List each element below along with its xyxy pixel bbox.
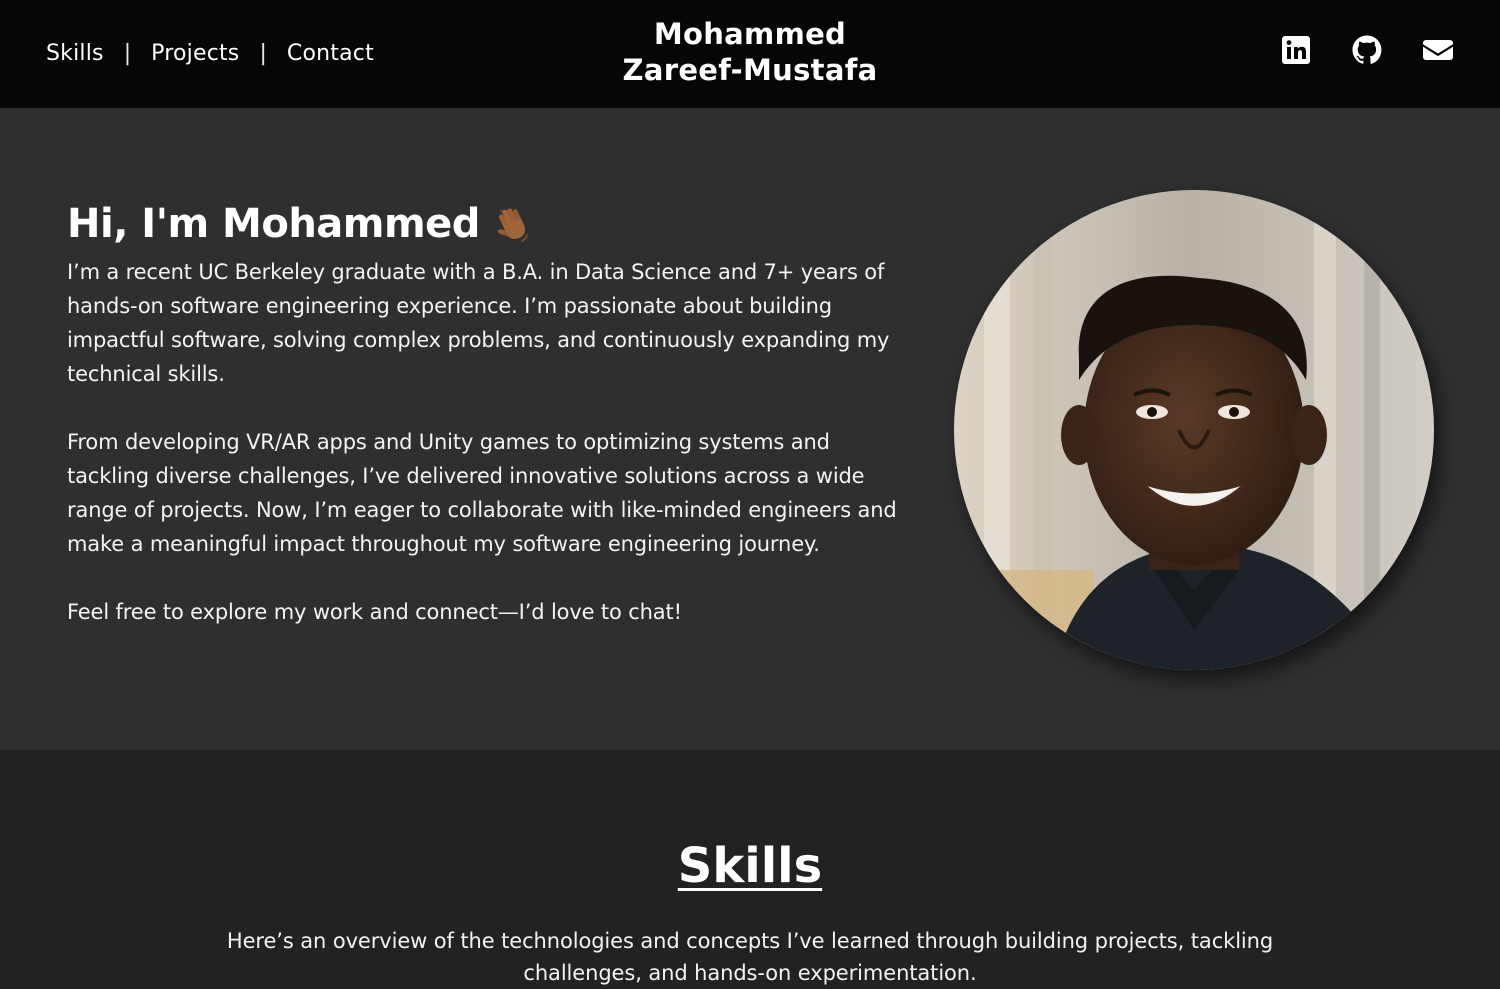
profile-photo-image [954,190,1434,670]
nav-separator: | [123,40,132,66]
bio-paragraph: Feel free to explore my work and connect… [67,600,682,624]
site-title-first-name: Mohammed [653,17,847,51]
nav-link-contact[interactable]: Contact [287,41,374,66]
intro-bio: I’m a recent UC Berkeley graduate with a… [67,255,907,663]
skills-heading: Skills [677,838,823,894]
linkedin-icon[interactable] [1280,34,1312,66]
bio-paragraph: From developing VR/AR apps and Unity gam… [67,430,897,556]
social-links [1280,34,1454,66]
intro-heading-text: Hi, I'm Mohammed [67,201,480,247]
nav-link-projects[interactable]: Projects [151,41,239,66]
intro-heading: Hi, I'm Mohammed [67,200,536,248]
site-title[interactable]: Mohammed Zareef-Mustafa [560,16,940,88]
site-title-last-name: Zareef-Mustafa [622,53,878,87]
email-icon[interactable] [1422,34,1454,66]
intro-section: Hi, I'm Mohammed I’m a recent UC Berkele… [0,108,1500,750]
main-nav: Skills | Projects | Contact [46,37,374,69]
skills-section: Skills Here’s an overview of the technol… [0,750,1500,985]
nav-separator: | [259,40,267,66]
github-icon[interactable] [1351,34,1383,66]
profile-photo [954,190,1434,670]
bio-paragraph: I’m a recent UC Berkeley graduate with a… [67,260,890,386]
skills-intro: Here’s an overview of the technologies a… [226,929,1274,985]
top-navbar: Skills | Projects | Contact Mohammed Zar… [0,0,1500,108]
waving-hand-icon [497,208,528,242]
nav-link-skills[interactable]: Skills [46,41,104,66]
